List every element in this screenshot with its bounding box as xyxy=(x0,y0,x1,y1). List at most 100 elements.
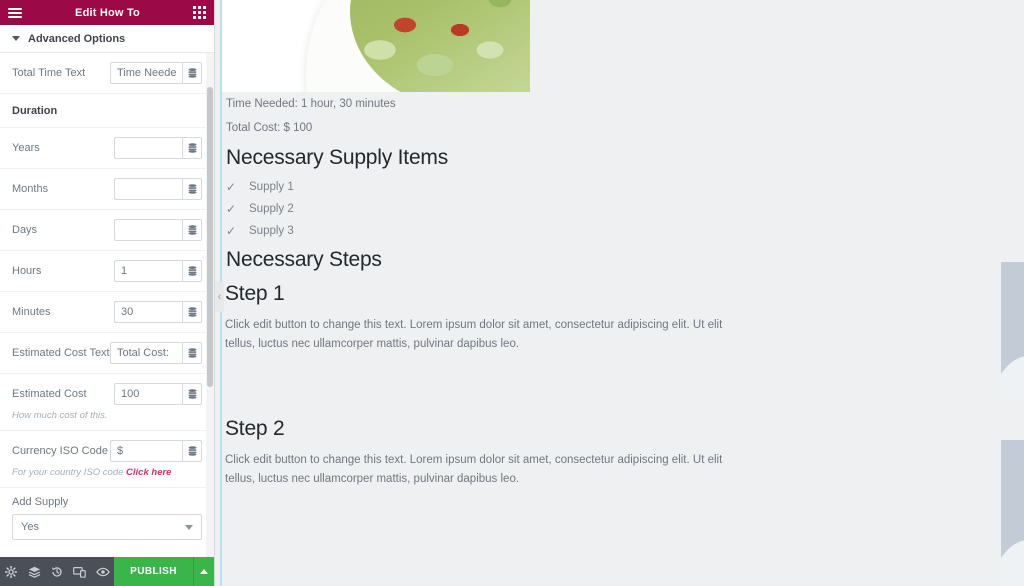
dynamic-tag-icon[interactable] xyxy=(182,383,202,405)
currency-iso-hint: For your country ISO code Click here xyxy=(0,467,214,488)
add-supply-select-row: Yes xyxy=(0,512,214,550)
control-label: Currency ISO Code xyxy=(12,445,108,457)
control-label: Minutes xyxy=(12,306,51,318)
publish-options-button[interactable] xyxy=(192,557,215,586)
control-hours: Hours xyxy=(0,251,214,292)
group-label: Duration xyxy=(12,104,58,117)
input-group xyxy=(110,440,202,462)
panel-header: Edit How To xyxy=(0,0,214,25)
step-title: Step 1 xyxy=(225,282,285,305)
layers-icon[interactable] xyxy=(23,557,46,586)
currency-iso-link[interactable]: Click here xyxy=(126,467,171,478)
control-label: Total Time Text xyxy=(12,67,86,79)
list-item: ✓ Supply 1 xyxy=(226,176,1024,198)
chevron-down-icon xyxy=(185,524,193,530)
eye-icon[interactable] xyxy=(91,557,114,586)
supply-label: Supply 1 xyxy=(249,181,294,193)
control-label: Hours xyxy=(12,265,42,277)
gear-icon[interactable] xyxy=(0,557,23,586)
grid-icon[interactable] xyxy=(193,6,206,19)
control-label: Days xyxy=(12,224,38,236)
hills-shape xyxy=(1001,540,1024,586)
editor-panel: Edit How To Advanced Options Total Time … xyxy=(0,0,215,586)
total-time-text-input[interactable] xyxy=(110,62,182,84)
control-days: Days xyxy=(0,210,214,251)
howto-document: Time Needed: 1 hour, 30 minutes Total Co… xyxy=(222,92,1024,586)
check-icon: ✓ xyxy=(226,224,237,238)
control-estimated-cost-text: Estimated Cost Text xyxy=(0,333,214,374)
control-minutes: Minutes xyxy=(0,292,214,333)
step-text: Click edit button to change this text. L… xyxy=(225,319,723,350)
input-group xyxy=(114,301,202,323)
dynamic-tag-icon[interactable] xyxy=(182,440,202,462)
supply-heading: Necessary Supply Items xyxy=(226,146,449,169)
supply-label: Supply 2 xyxy=(249,203,294,215)
publish-button[interactable]: PUBLISH xyxy=(114,557,193,586)
estimated-cost-text-input[interactable] xyxy=(110,342,182,364)
control-supply-title: Supply Title xyxy=(0,550,214,557)
panel-collapse-handle[interactable]: ‹ xyxy=(215,282,224,312)
minutes-input[interactable] xyxy=(114,301,182,323)
dynamic-tag-icon[interactable] xyxy=(182,62,202,84)
months-input[interactable] xyxy=(114,178,182,200)
dynamic-tag-icon[interactable] xyxy=(182,137,202,159)
supply-label: Supply 3 xyxy=(249,225,294,237)
dynamic-tag-icon[interactable] xyxy=(182,178,202,200)
history-icon[interactable] xyxy=(46,557,69,586)
hero-food-image xyxy=(220,0,530,92)
input-group xyxy=(110,342,202,364)
section-title: Advanced Options xyxy=(28,32,126,45)
dynamic-tag-icon[interactable] xyxy=(182,342,202,364)
dynamic-tag-icon[interactable] xyxy=(182,219,202,241)
check-icon: ✓ xyxy=(226,180,237,194)
control-estimated-cost: Estimated Cost xyxy=(0,374,214,414)
step-text: Click edit button to change this text. L… xyxy=(225,454,723,485)
steps-heading: Necessary Steps xyxy=(226,248,382,271)
estimated-cost-input[interactable] xyxy=(114,383,182,405)
image-placeholder xyxy=(1001,262,1024,402)
panel-footer-toolbar: PUBLISH xyxy=(0,557,215,586)
control-label: Estimated Cost xyxy=(12,388,87,400)
step-title: Step 2 xyxy=(225,417,285,441)
hours-input[interactable] xyxy=(114,260,182,282)
list-item: ✓ Supply 2 xyxy=(226,198,1024,220)
input-group xyxy=(114,178,202,200)
check-icon: ✓ xyxy=(226,202,237,216)
control-months: Months xyxy=(0,169,214,210)
supply-list: ✓ Supply 1 ✓ Supply 2 ✓ Supply 3 xyxy=(226,176,1024,242)
input-group xyxy=(114,383,202,405)
image-placeholder xyxy=(1001,440,1024,586)
step-block: Step 1 Click edit button to change this … xyxy=(225,282,1024,353)
dynamic-tag-icon[interactable] xyxy=(182,260,202,282)
time-needed-line: Time Needed: 1 hour, 30 minutes xyxy=(226,98,396,110)
input-group xyxy=(114,219,202,241)
control-currency-iso: Currency ISO Code xyxy=(0,431,214,471)
add-supply-select-value: Yes xyxy=(21,521,39,533)
input-group xyxy=(114,137,202,159)
panel-scroll-body: Total Time Text Duration Years xyxy=(0,53,214,557)
list-item: ✓ Supply 3 xyxy=(226,220,1024,242)
control-years: Years xyxy=(0,128,214,169)
page-canvas: ‹ Time Needed: 1 hour, 30 minutes Total … xyxy=(215,0,1024,586)
advanced-options-section-header[interactable]: Advanced Options xyxy=(0,25,214,53)
step-block: Step 2 Click edit button to change this … xyxy=(225,417,1024,488)
scrollbar-thumb[interactable] xyxy=(207,87,213,387)
control-label: Years xyxy=(12,142,40,154)
dynamic-tag-icon[interactable] xyxy=(182,301,202,323)
control-label: Months xyxy=(12,183,49,195)
years-input[interactable] xyxy=(114,137,182,159)
estimated-cost-hint: How much cost of this. xyxy=(0,410,214,431)
currency-iso-input[interactable] xyxy=(110,440,182,462)
chevron-up-icon xyxy=(199,569,208,574)
add-supply-select[interactable]: Yes xyxy=(12,514,202,540)
input-group xyxy=(114,260,202,282)
control-total-time-text: Total Time Text xyxy=(0,53,214,94)
chevron-down-icon xyxy=(12,36,20,41)
panel-title: Edit How To xyxy=(75,6,140,19)
add-supply-select-label: Add Supply xyxy=(12,496,69,508)
days-input[interactable] xyxy=(114,219,182,241)
hamburger-icon[interactable] xyxy=(8,7,22,18)
group-duration: Duration xyxy=(0,94,214,128)
currency-hint-text: For your country ISO code xyxy=(12,467,127,478)
responsive-icon[interactable] xyxy=(68,557,91,586)
